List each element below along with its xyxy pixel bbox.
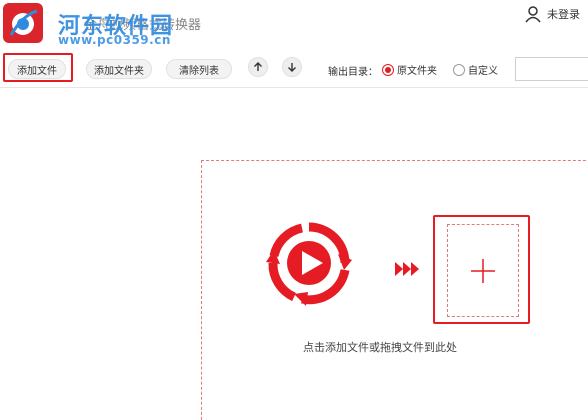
radio-original-label: 原文件夹	[397, 66, 437, 77]
radio-custom-indicator[interactable]	[453, 63, 465, 76]
user-login[interactable]: 未登录	[524, 5, 580, 23]
radio-custom-folder[interactable]: 自定义	[453, 62, 498, 77]
radio-custom-label: 自定义	[468, 66, 498, 77]
plus-icon	[471, 258, 495, 283]
output-path-input[interactable]	[515, 57, 588, 81]
toolbar: 添加文件 添加文件夹 清除列表 输出目录： 原文件夹 自定义	[0, 48, 588, 88]
arrow-up-icon	[254, 62, 262, 71]
user-icon	[525, 6, 541, 23]
move-up-button[interactable]	[248, 57, 268, 77]
drop-hint-text: 点击添加文件或拖拽文件到此处	[303, 341, 457, 354]
add-folder-button[interactable]: 添加文件夹	[86, 59, 152, 79]
radio-original-indicator[interactable]	[382, 63, 394, 76]
triple-arrow-icon	[395, 262, 419, 276]
add-file-highlight	[3, 53, 73, 82]
radio-original-folder[interactable]: 原文件夹	[382, 62, 437, 77]
arrow-down-icon	[288, 63, 296, 72]
app-logo-icon	[3, 3, 43, 43]
clear-list-button[interactable]: 清除列表	[166, 59, 232, 79]
output-dir-label: 输出目录：	[328, 67, 378, 78]
add-file-drop-box[interactable]	[447, 224, 519, 317]
title-bar: 金舟视频格式转换器 河东软件园 www.pc0359.cn 未登录	[0, 0, 588, 47]
watermark-url: www.pc0359.cn	[58, 33, 171, 47]
login-status-label: 未登录	[547, 8, 580, 21]
move-down-button[interactable]	[282, 57, 302, 77]
video-play-icon	[266, 222, 352, 306]
